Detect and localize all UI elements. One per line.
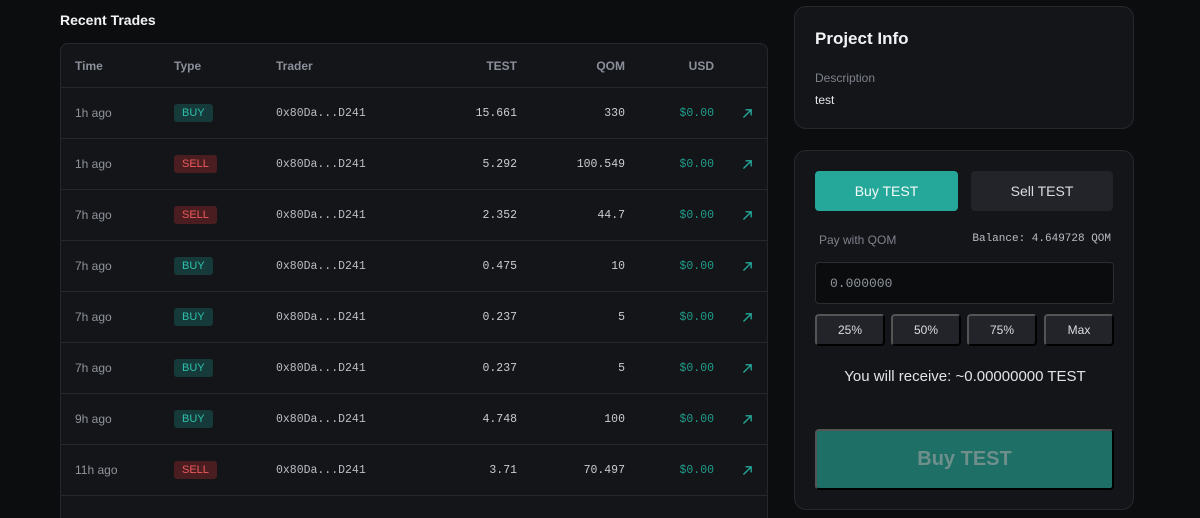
test-amount: 0.237 — [482, 310, 517, 324]
trade-type-cell: BUY — [174, 241, 254, 291]
usd-value: $0.00 — [679, 412, 714, 426]
external-link-arrow-icon[interactable] — [737, 241, 757, 291]
balance-text: Balance: 4.649728 QOM — [972, 233, 1111, 245]
trades-table: Time Type Trader TEST QOM USD 1h ago BUY 0… — [60, 43, 768, 518]
qom-amount: 330 — [604, 106, 625, 120]
external-link-arrow-icon[interactable] — [737, 139, 757, 189]
trader-address[interactable]: 0x80Da...D241 — [276, 190, 416, 240]
trade-panel: Buy TEST Sell TEST Pay with QOM Balance:… — [794, 150, 1134, 510]
qom-amount: 100.549 — [576, 157, 625, 171]
external-link-arrow-icon[interactable] — [737, 445, 757, 495]
trader-address[interactable]: 0x80Da...D241 — [276, 445, 416, 495]
receive-estimate: You will receive: ~0.00000000 TEST — [844, 368, 1086, 385]
trade-type-badge: BUY — [174, 257, 213, 275]
sell-tab-button[interactable]: Sell TEST — [971, 171, 1113, 211]
qom-amount: 44.7 — [597, 208, 625, 222]
table-row[interactable]: 9h ago BUY 0x80Da...D241 4.748 100 $0.00 — [61, 394, 767, 445]
trade-type-badge: BUY — [174, 410, 213, 428]
trade-type-cell: BUY — [174, 88, 254, 138]
trade-type-cell: SELL — [174, 139, 254, 189]
usd-value: $0.00 — [679, 157, 714, 171]
percent-50-button[interactable]: 50% — [891, 314, 961, 346]
trade-type-badge: BUY — [174, 359, 213, 377]
external-link-arrow-icon[interactable] — [737, 292, 757, 342]
trade-type-badge: SELL — [174, 461, 217, 479]
trade-time: 9h ago — [75, 412, 112, 426]
table-row[interactable]: 1h ago SELL 0x80Da...D241 5.292 100.549 $0.00 — [61, 139, 767, 190]
project-info-title: Project Info — [815, 29, 909, 48]
column-header-time[interactable]: Time — [75, 44, 165, 87]
trader-address[interactable]: 0x80Da...D241 — [276, 88, 416, 138]
qom-amount: 70.497 — [583, 463, 625, 477]
trade-type-cell: SELL — [174, 445, 254, 495]
external-link-arrow-icon[interactable] — [737, 190, 757, 240]
usd-value: $0.00 — [679, 259, 714, 273]
usd-value: $0.00 — [679, 361, 714, 375]
trade-time: 7h ago — [75, 208, 112, 222]
trader-address[interactable]: 0x80Da...D241 — [276, 139, 416, 189]
trade-type-cell: BUY — [174, 292, 254, 342]
description-value: test — [815, 93, 835, 107]
table-row[interactable]: 7h ago BUY 0x80Da...D241 0.237 5 $0.00 — [61, 292, 767, 343]
recent-trades-title: Recent Trades — [60, 12, 156, 28]
trade-type-cell: BUY — [174, 394, 254, 444]
project-info-card: Project Info Description test — [794, 6, 1134, 129]
usd-value: $0.00 — [679, 106, 714, 120]
pay-with-label: Pay with QOM — [819, 233, 897, 247]
test-amount: 0.237 — [482, 361, 517, 375]
qom-amount: 10 — [611, 259, 625, 273]
table-row[interactable]: 1h ago BUY 0x80Da...D241 15.661 330 $0.00 — [61, 88, 767, 139]
usd-value: $0.00 — [679, 208, 714, 222]
trader-address[interactable]: 0x80Da...D241 — [276, 292, 416, 342]
amount-input[interactable] — [815, 262, 1114, 304]
trade-time: 1h ago — [75, 157, 112, 171]
trade-type-badge: SELL — [174, 206, 217, 224]
table-row[interactable]: 7h ago BUY 0x80Da...D241 0.475 10 $0.00 — [61, 241, 767, 292]
column-header-usd[interactable]: USD — [614, 44, 714, 87]
table-row[interactable]: 7h ago SELL 0x80Da...D241 2.352 44.7 $0.00 — [61, 190, 767, 241]
trader-address[interactable]: 0x80Da...D241 — [276, 343, 416, 393]
test-amount: 5.292 — [482, 157, 517, 171]
trade-type-badge: BUY — [174, 308, 213, 326]
trade-time: 7h ago — [75, 310, 112, 324]
table-row[interactable]: 11h ago SELL 0x80Da...D241 3.71 70.497 $0.00 — [61, 445, 767, 496]
external-link-arrow-icon[interactable] — [737, 343, 757, 393]
trade-type-badge: BUY — [174, 104, 213, 122]
column-header-qom[interactable]: QOM — [525, 44, 625, 87]
trade-type-cell: BUY — [174, 343, 254, 393]
column-header-trader[interactable]: Trader — [276, 44, 416, 87]
trade-time: 1h ago — [75, 106, 112, 120]
qom-amount: 5 — [618, 361, 625, 375]
trade-time: 7h ago — [75, 259, 112, 273]
buy-tab-button[interactable]: Buy TEST — [815, 171, 958, 211]
description-label: Description — [815, 71, 876, 85]
external-link-arrow-icon[interactable] — [737, 394, 757, 444]
test-amount: 15.661 — [475, 106, 517, 120]
percent-75-button[interactable]: 75% — [967, 314, 1037, 346]
usd-value: $0.00 — [679, 310, 714, 324]
table-header: Time Type Trader TEST QOM USD — [61, 44, 767, 88]
trader-address[interactable]: 0x80Da...D241 — [276, 394, 416, 444]
test-amount: 2.352 — [482, 208, 517, 222]
test-amount: 3.71 — [489, 463, 517, 477]
usd-value: $0.00 — [679, 463, 714, 477]
column-header-type[interactable]: Type — [174, 44, 254, 87]
percent-25-button[interactable]: 25% — [815, 314, 885, 346]
qom-amount: 5 — [618, 310, 625, 324]
trader-address[interactable]: 0x80Da...D241 — [276, 241, 416, 291]
trade-type-cell: SELL — [174, 190, 254, 240]
test-amount: 4.748 — [482, 412, 517, 426]
trading-page: Recent Trades Time Type Trader TEST QOM … — [0, 0, 1200, 518]
trade-type-badge: SELL — [174, 155, 217, 173]
trade-time: 7h ago — [75, 361, 112, 375]
submit-buy-button[interactable]: Buy TEST — [815, 429, 1114, 490]
external-link-arrow-icon[interactable] — [737, 88, 757, 138]
trade-time: 11h ago — [75, 463, 118, 477]
test-amount: 0.475 — [482, 259, 517, 273]
table-row[interactable]: 7h ago BUY 0x80Da...D241 0.237 5 $0.00 — [61, 343, 767, 394]
qom-amount: 100 — [604, 412, 625, 426]
max-button[interactable]: Max — [1044, 314, 1114, 346]
column-header-test[interactable]: TEST — [417, 44, 517, 87]
